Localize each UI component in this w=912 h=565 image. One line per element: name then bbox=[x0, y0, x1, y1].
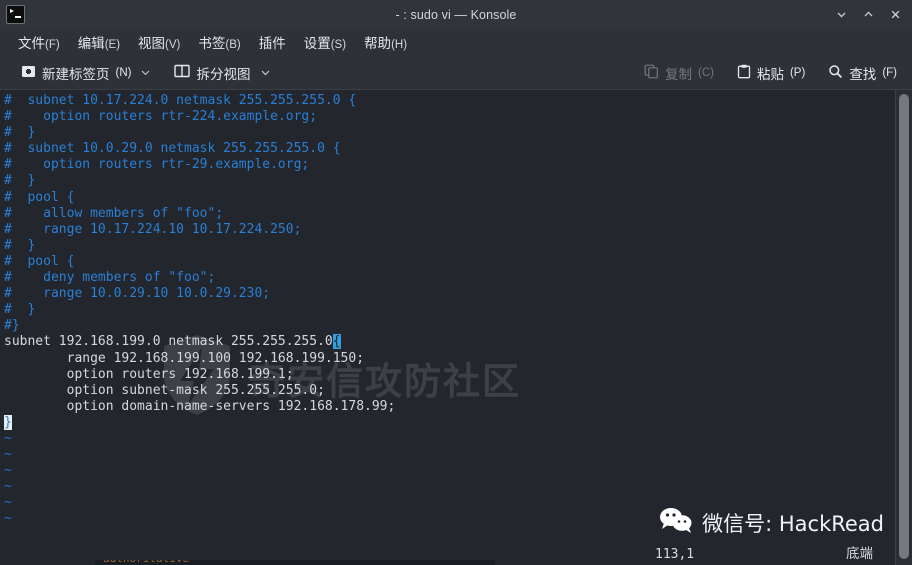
terminal-line: # subnet 10.17.224.0 netmask 255.255.255… bbox=[4, 93, 357, 108]
menu-item-view[interactable]: 视图(V) bbox=[129, 29, 189, 56]
copy-button[interactable]: 复制 (C) bbox=[639, 60, 719, 86]
vi-status-line: 113,1 底端 bbox=[495, 545, 895, 562]
menu-label: 插件 bbox=[258, 36, 286, 51]
chevron-down-icon[interactable] bbox=[140, 67, 151, 78]
minimize-button[interactable] bbox=[828, 2, 855, 27]
vi-empty-line-marker: ~ bbox=[4, 430, 12, 446]
menu-item-bookmarks[interactable]: 书签(B) bbox=[189, 29, 249, 56]
close-button[interactable] bbox=[882, 2, 909, 27]
menu-mnemonic: (V) bbox=[165, 39, 181, 51]
menu-label: 视图 bbox=[138, 36, 166, 51]
menu-item-edit[interactable]: 编辑(E) bbox=[69, 29, 129, 56]
copy-icon bbox=[644, 64, 659, 82]
window-controls bbox=[828, 2, 912, 27]
vi-empty-line-marker: ~ bbox=[4, 447, 12, 463]
terminal-line: range 192.168.199.100 192.168.199.150; bbox=[4, 350, 365, 366]
copy-label: 复制 bbox=[665, 66, 692, 82]
copy-mnemonic: (C) bbox=[698, 66, 714, 79]
terminal-line: subnet 192.168.199.0 netmask 255.255.255… bbox=[4, 334, 333, 350]
background-window-sliver[interactable]: authoritative bbox=[95, 560, 495, 565]
terminal-line: option domain-name-servers 192.168.178.9… bbox=[4, 398, 396, 414]
menu-label: 文件 bbox=[18, 36, 45, 51]
menu-mnemonic: (F) bbox=[45, 39, 60, 51]
menu-mnemonic: (H) bbox=[391, 39, 408, 51]
terminal-line: # option routers rtr-29.example.org; bbox=[4, 157, 310, 173]
menu-label: 书签 bbox=[198, 36, 226, 51]
menu-item-settings[interactable]: 设置(S) bbox=[295, 29, 355, 56]
new-tab-mnemonic: (N) bbox=[115, 66, 132, 79]
menu-mnemonic: (S) bbox=[330, 39, 347, 51]
terminal-line: option routers 192.168.199.1; bbox=[4, 366, 294, 382]
search-icon bbox=[828, 64, 843, 82]
terminal-line: # pool { bbox=[4, 189, 75, 205]
menu-mnemonic: (B) bbox=[225, 39, 241, 51]
menu-label: 设置 bbox=[303, 36, 331, 51]
menu-label: 帮助 bbox=[364, 36, 392, 51]
title-bar: - : sudo vi — Konsole bbox=[0, 0, 912, 29]
find-mnemonic: (F) bbox=[882, 66, 897, 79]
menu-label: 编辑 bbox=[77, 36, 105, 51]
scrollbar-thumb[interactable] bbox=[899, 94, 909, 559]
scroll-indicator: 底端 bbox=[846, 546, 873, 562]
paste-mnemonic: (P) bbox=[789, 66, 806, 79]
terminal-line: # pool { bbox=[4, 253, 75, 269]
split-view-button[interactable]: 拆分视图 bbox=[169, 60, 277, 86]
split-view-icon bbox=[174, 64, 191, 81]
text-cursor: { bbox=[332, 334, 341, 350]
terminal-line: # option routers rtr-224.example.org; bbox=[4, 109, 318, 125]
terminal-line: # range 10.0.29.10 10.0.29.230; bbox=[4, 286, 271, 302]
terminal-line: #} bbox=[4, 318, 20, 334]
terminal-line: # } bbox=[4, 302, 36, 318]
terminal-line: option subnet-mask 255.255.255.0; bbox=[4, 382, 325, 398]
find-label: 查找 bbox=[849, 66, 877, 82]
maximize-button[interactable] bbox=[855, 2, 882, 27]
menu-item-help[interactable]: 帮助(H) bbox=[355, 29, 416, 56]
terminal-scrollbar[interactable] bbox=[895, 90, 912, 565]
konsole-window: - : sudo vi — Konsole 文件(F) 编辑(E) 视图(V) … bbox=[0, 0, 912, 565]
terminal-line: # allow members of "foo"; bbox=[4, 205, 224, 221]
menu-mnemonic: (E) bbox=[104, 39, 121, 51]
terminal-text[interactable]: # subnet 10.17.224.0 netmask 255.255.255… bbox=[0, 90, 895, 565]
vi-empty-line-marker: ~ bbox=[4, 511, 12, 527]
terminal-area[interactable]: 奇安信攻防社区 # subnet 10.17.224.0 netmask 255… bbox=[0, 90, 912, 565]
background-window-text: authoritative bbox=[103, 560, 189, 565]
cursor-position: 113,1 bbox=[655, 547, 695, 562]
new-tab-icon bbox=[21, 64, 36, 82]
chevron-down-icon[interactable] bbox=[259, 66, 272, 79]
terminal-line: # deny members of "foo"; bbox=[4, 270, 216, 286]
vi-empty-line-marker: ~ bbox=[4, 463, 12, 479]
terminal-line: # } bbox=[4, 125, 36, 141]
paste-label: 粘贴 bbox=[756, 66, 784, 82]
terminal-line: # } bbox=[4, 237, 36, 253]
vi-empty-line-marker: ~ bbox=[4, 479, 12, 495]
split-view-label: 拆分视图 bbox=[196, 66, 251, 82]
vi-empty-line-marker: ~ bbox=[4, 495, 12, 511]
matching-brace-highlight: } bbox=[4, 414, 12, 430]
menu-bar: 文件(F) 编辑(E) 视图(V) 书签(B) 插件 设置(S) 帮助(H) bbox=[0, 29, 912, 56]
paste-icon bbox=[737, 64, 751, 82]
toolbar: 新建标签页 (N) 拆分视图 复制 (C) 粘贴 (P) 查找 (F) bbox=[0, 56, 912, 90]
terminal-line: # subnet 10.0.29.0 netmask 255.255.255.0… bbox=[4, 141, 341, 157]
terminal-line: # } bbox=[4, 173, 36, 189]
new-tab-button[interactable]: 新建标签页 (N) bbox=[16, 60, 156, 86]
paste-button[interactable]: 粘贴 (P) bbox=[732, 60, 810, 86]
menu-item-plugins[interactable]: 插件 bbox=[250, 29, 295, 56]
new-tab-label: 新建标签页 bbox=[42, 66, 110, 82]
menu-item-file[interactable]: 文件(F) bbox=[9, 29, 69, 56]
terminal-icon bbox=[6, 5, 25, 24]
find-button[interactable]: 查找 (F) bbox=[823, 60, 902, 86]
window-title: - : sudo vi — Konsole bbox=[395, 7, 517, 22]
terminal-line: # range 10.17.224.10 10.17.224.250; bbox=[4, 221, 302, 237]
